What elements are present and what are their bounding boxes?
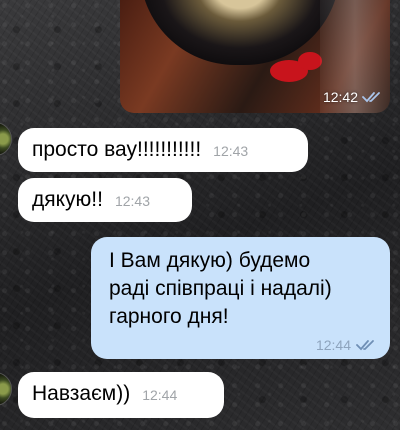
message-text: просто вау!!!!!!!!!!! — [32, 138, 202, 161]
message-text: Навзаєм)) — [32, 382, 131, 405]
incoming-message[interactable]: дякую!! 12:43 — [18, 178, 192, 222]
message-time: 12:43 — [114, 193, 151, 209]
message-text: дякую!! — [32, 188, 103, 211]
incoming-message[interactable]: просто вау!!!!!!!!!!! 12:43 — [18, 128, 308, 172]
avatar[interactable] — [0, 372, 12, 406]
avatar[interactable] — [0, 122, 12, 156]
message-time: 12:44 — [315, 337, 351, 353]
message-time: 12:42 — [322, 89, 358, 105]
message-meta: 12:44 — [109, 337, 376, 353]
message-text: І Вам дякую) будемо раді співпраці і над… — [109, 249, 332, 328]
photo-detail — [298, 52, 322, 70]
incoming-message[interactable]: Навзаєм)) 12:44 — [18, 372, 224, 418]
message-time: 12:43 — [213, 143, 249, 159]
outgoing-message[interactable]: І Вам дякую) будемо раді співпраці і над… — [91, 237, 390, 359]
message-time: 12:44 — [142, 387, 178, 403]
double-check-icon — [362, 91, 382, 103]
photo-message[interactable]: 12:42 — [120, 0, 390, 113]
double-check-icon — [356, 339, 376, 351]
photo-time-chip: 12:42 — [323, 89, 382, 105]
